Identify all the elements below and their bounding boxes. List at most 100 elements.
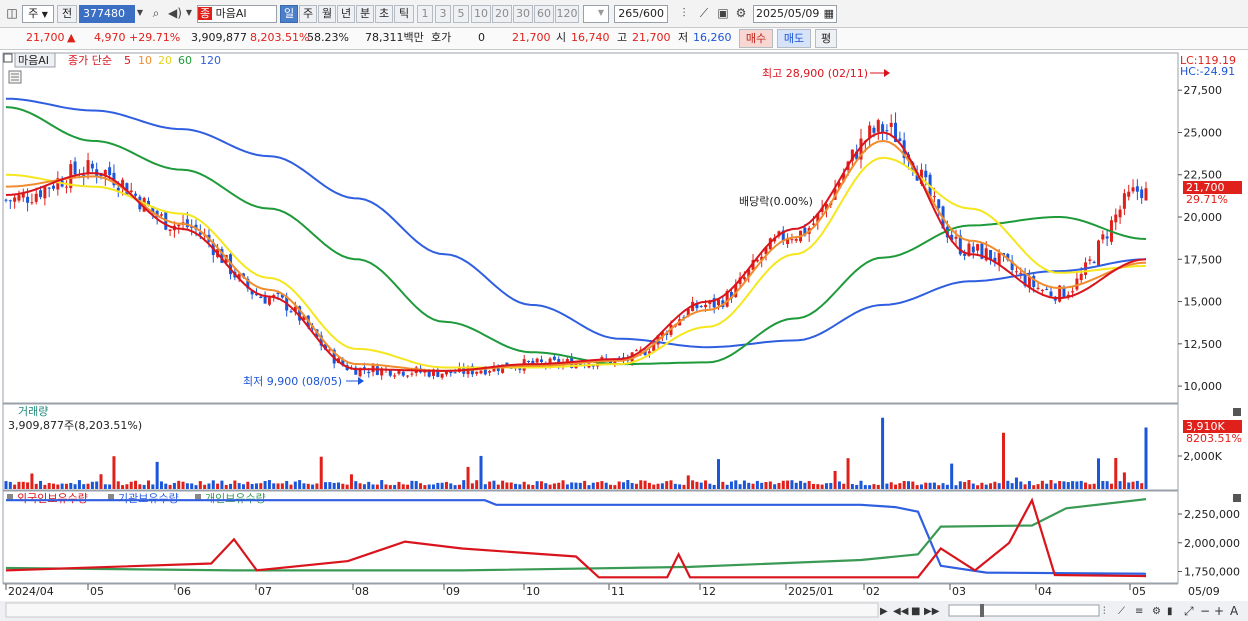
period-second[interactable]: 초 bbox=[375, 5, 393, 23]
stock-chart[interactable]: 27,500 25,000 22,500 20,000 17,500 15,000 12,5… bbox=[0, 50, 1248, 621]
mode-select[interactable]: 주 ▼ bbox=[22, 5, 54, 23]
volume-bar bbox=[660, 483, 664, 489]
candle-body bbox=[552, 356, 556, 360]
buy-button[interactable]: 매수 bbox=[739, 29, 773, 48]
period-tick[interactable]: 틱 bbox=[394, 5, 414, 23]
draw-icon[interactable]: ⟋ bbox=[1118, 606, 1125, 617]
close-panel-icon[interactable] bbox=[1233, 494, 1241, 502]
volume-bar bbox=[99, 474, 103, 489]
count-field[interactable]: 265/600 bbox=[614, 5, 668, 23]
chevron-down-icon[interactable]: ▼ bbox=[184, 5, 194, 21]
volume-bar bbox=[738, 484, 742, 489]
window-icon[interactable]: ◫ bbox=[4, 5, 20, 21]
volume-bar bbox=[803, 482, 807, 489]
scroll-track[interactable] bbox=[5, 602, 879, 618]
stock-name-field[interactable]: 종 마음AI bbox=[197, 5, 277, 23]
candle-body bbox=[872, 127, 876, 133]
period-minute[interactable]: 분 bbox=[356, 5, 374, 23]
list-icon[interactable]: ≡ bbox=[1135, 606, 1143, 617]
chevron-down-icon[interactable]: ▼ bbox=[596, 5, 606, 21]
interval-3[interactable]: 3 bbox=[435, 5, 451, 23]
volume-bar bbox=[449, 483, 453, 489]
prev-button[interactable]: 전 bbox=[57, 5, 77, 23]
rewind-icon[interactable]: ◀◀ bbox=[893, 606, 909, 617]
candle-body bbox=[73, 161, 77, 175]
candle-body bbox=[1071, 291, 1075, 293]
period-month[interactable]: 월 bbox=[318, 5, 336, 23]
speaker-icon[interactable]: ◀) bbox=[167, 5, 183, 21]
candle-body bbox=[1079, 273, 1083, 281]
period-year[interactable]: 년 bbox=[337, 5, 355, 23]
volume-bar bbox=[915, 485, 919, 489]
zoom-in-icon[interactable]: + bbox=[1214, 604, 1224, 618]
candle-body bbox=[17, 195, 21, 201]
candle-type-icon[interactable]: ⫶ bbox=[676, 5, 692, 21]
close-panel-icon[interactable] bbox=[1233, 408, 1241, 416]
volume-bar bbox=[509, 482, 513, 489]
interval-120[interactable]: 120 bbox=[555, 5, 579, 23]
zoom-out-icon[interactable]: − bbox=[1200, 604, 1210, 618]
volume-bar bbox=[349, 474, 353, 489]
volume-bar bbox=[159, 481, 163, 489]
gear-icon[interactable]: ⚙ bbox=[733, 5, 749, 21]
calendar-icon[interactable]: ▦ bbox=[824, 6, 834, 22]
volume-bar bbox=[781, 480, 785, 489]
candle-body bbox=[699, 306, 703, 308]
search-icon[interactable]: ⌕ bbox=[148, 5, 164, 21]
period-week[interactable]: 주 bbox=[299, 5, 317, 23]
holdings-tick-label: 2,000,000 bbox=[1184, 537, 1240, 550]
interval-10[interactable]: 10 bbox=[471, 5, 491, 23]
candle-body bbox=[401, 371, 405, 376]
volume-bar bbox=[937, 485, 941, 489]
zoom-slider-handle[interactable] bbox=[980, 604, 984, 617]
chevron-down-icon[interactable]: ▼ bbox=[134, 5, 146, 21]
chevron-down-icon: ▼ bbox=[41, 10, 48, 19]
volume-bar bbox=[324, 482, 328, 489]
sell-button[interactable]: 매도 bbox=[777, 29, 811, 48]
date-input[interactable]: 2025/05/09 ▦ bbox=[753, 5, 837, 23]
volume-bar bbox=[129, 481, 133, 489]
settings-icon[interactable]: ⚙ bbox=[1152, 606, 1161, 617]
ma-legend-120: 120 bbox=[200, 54, 221, 67]
x-tick-label: 05/09 bbox=[1188, 585, 1220, 598]
volume-bar bbox=[229, 483, 233, 489]
candle-body bbox=[1019, 272, 1023, 274]
volume-bar bbox=[1092, 483, 1096, 489]
forward-icon[interactable]: ▶▶ bbox=[924, 606, 940, 617]
candle-body bbox=[86, 160, 90, 174]
volume-bar bbox=[185, 483, 189, 489]
volume-bar bbox=[453, 485, 457, 489]
volume-bar bbox=[850, 484, 854, 489]
marker-icon[interactable]: ▮ bbox=[1167, 606, 1173, 617]
volume-bar bbox=[1014, 477, 1018, 489]
volume-bar bbox=[630, 483, 634, 489]
chart-type-icon[interactable]: ⫶ bbox=[1103, 606, 1106, 617]
interval-60[interactable]: 60 bbox=[534, 5, 554, 23]
volume-bar bbox=[898, 483, 902, 489]
eval-button[interactable]: 평 bbox=[815, 29, 837, 48]
save-icon[interactable]: ▣ bbox=[715, 5, 731, 21]
volume-bar bbox=[518, 484, 522, 489]
font-size-icon[interactable]: A bbox=[1230, 604, 1239, 618]
interval-30[interactable]: 30 bbox=[513, 5, 533, 23]
volume-bar bbox=[168, 484, 172, 489]
volume-bar bbox=[1127, 482, 1131, 489]
volume-bar bbox=[8, 481, 12, 489]
period-day[interactable]: 일 bbox=[280, 5, 298, 23]
volume-bar bbox=[505, 482, 509, 489]
scroll-right-icon[interactable]: ▶ bbox=[880, 606, 888, 617]
candle-body bbox=[367, 371, 371, 374]
volume-bar bbox=[816, 484, 820, 489]
volume-bar bbox=[794, 482, 798, 489]
code-input[interactable]: 377480 bbox=[79, 5, 135, 23]
interval-20[interactable]: 20 bbox=[492, 5, 512, 23]
interval-5[interactable]: 5 bbox=[453, 5, 469, 23]
interval-1[interactable]: 1 bbox=[417, 5, 433, 23]
candle-body bbox=[527, 360, 530, 362]
draw-line-icon[interactable]: ⟋ bbox=[696, 5, 712, 21]
volume-bar bbox=[483, 484, 487, 489]
stop-icon[interactable]: ■ bbox=[911, 606, 920, 617]
zoom-slider[interactable] bbox=[948, 604, 1100, 617]
move-icon[interactable]: ⤢ bbox=[1183, 604, 1194, 618]
low-annotation: 최저 9,900 (08/05) bbox=[243, 375, 342, 388]
